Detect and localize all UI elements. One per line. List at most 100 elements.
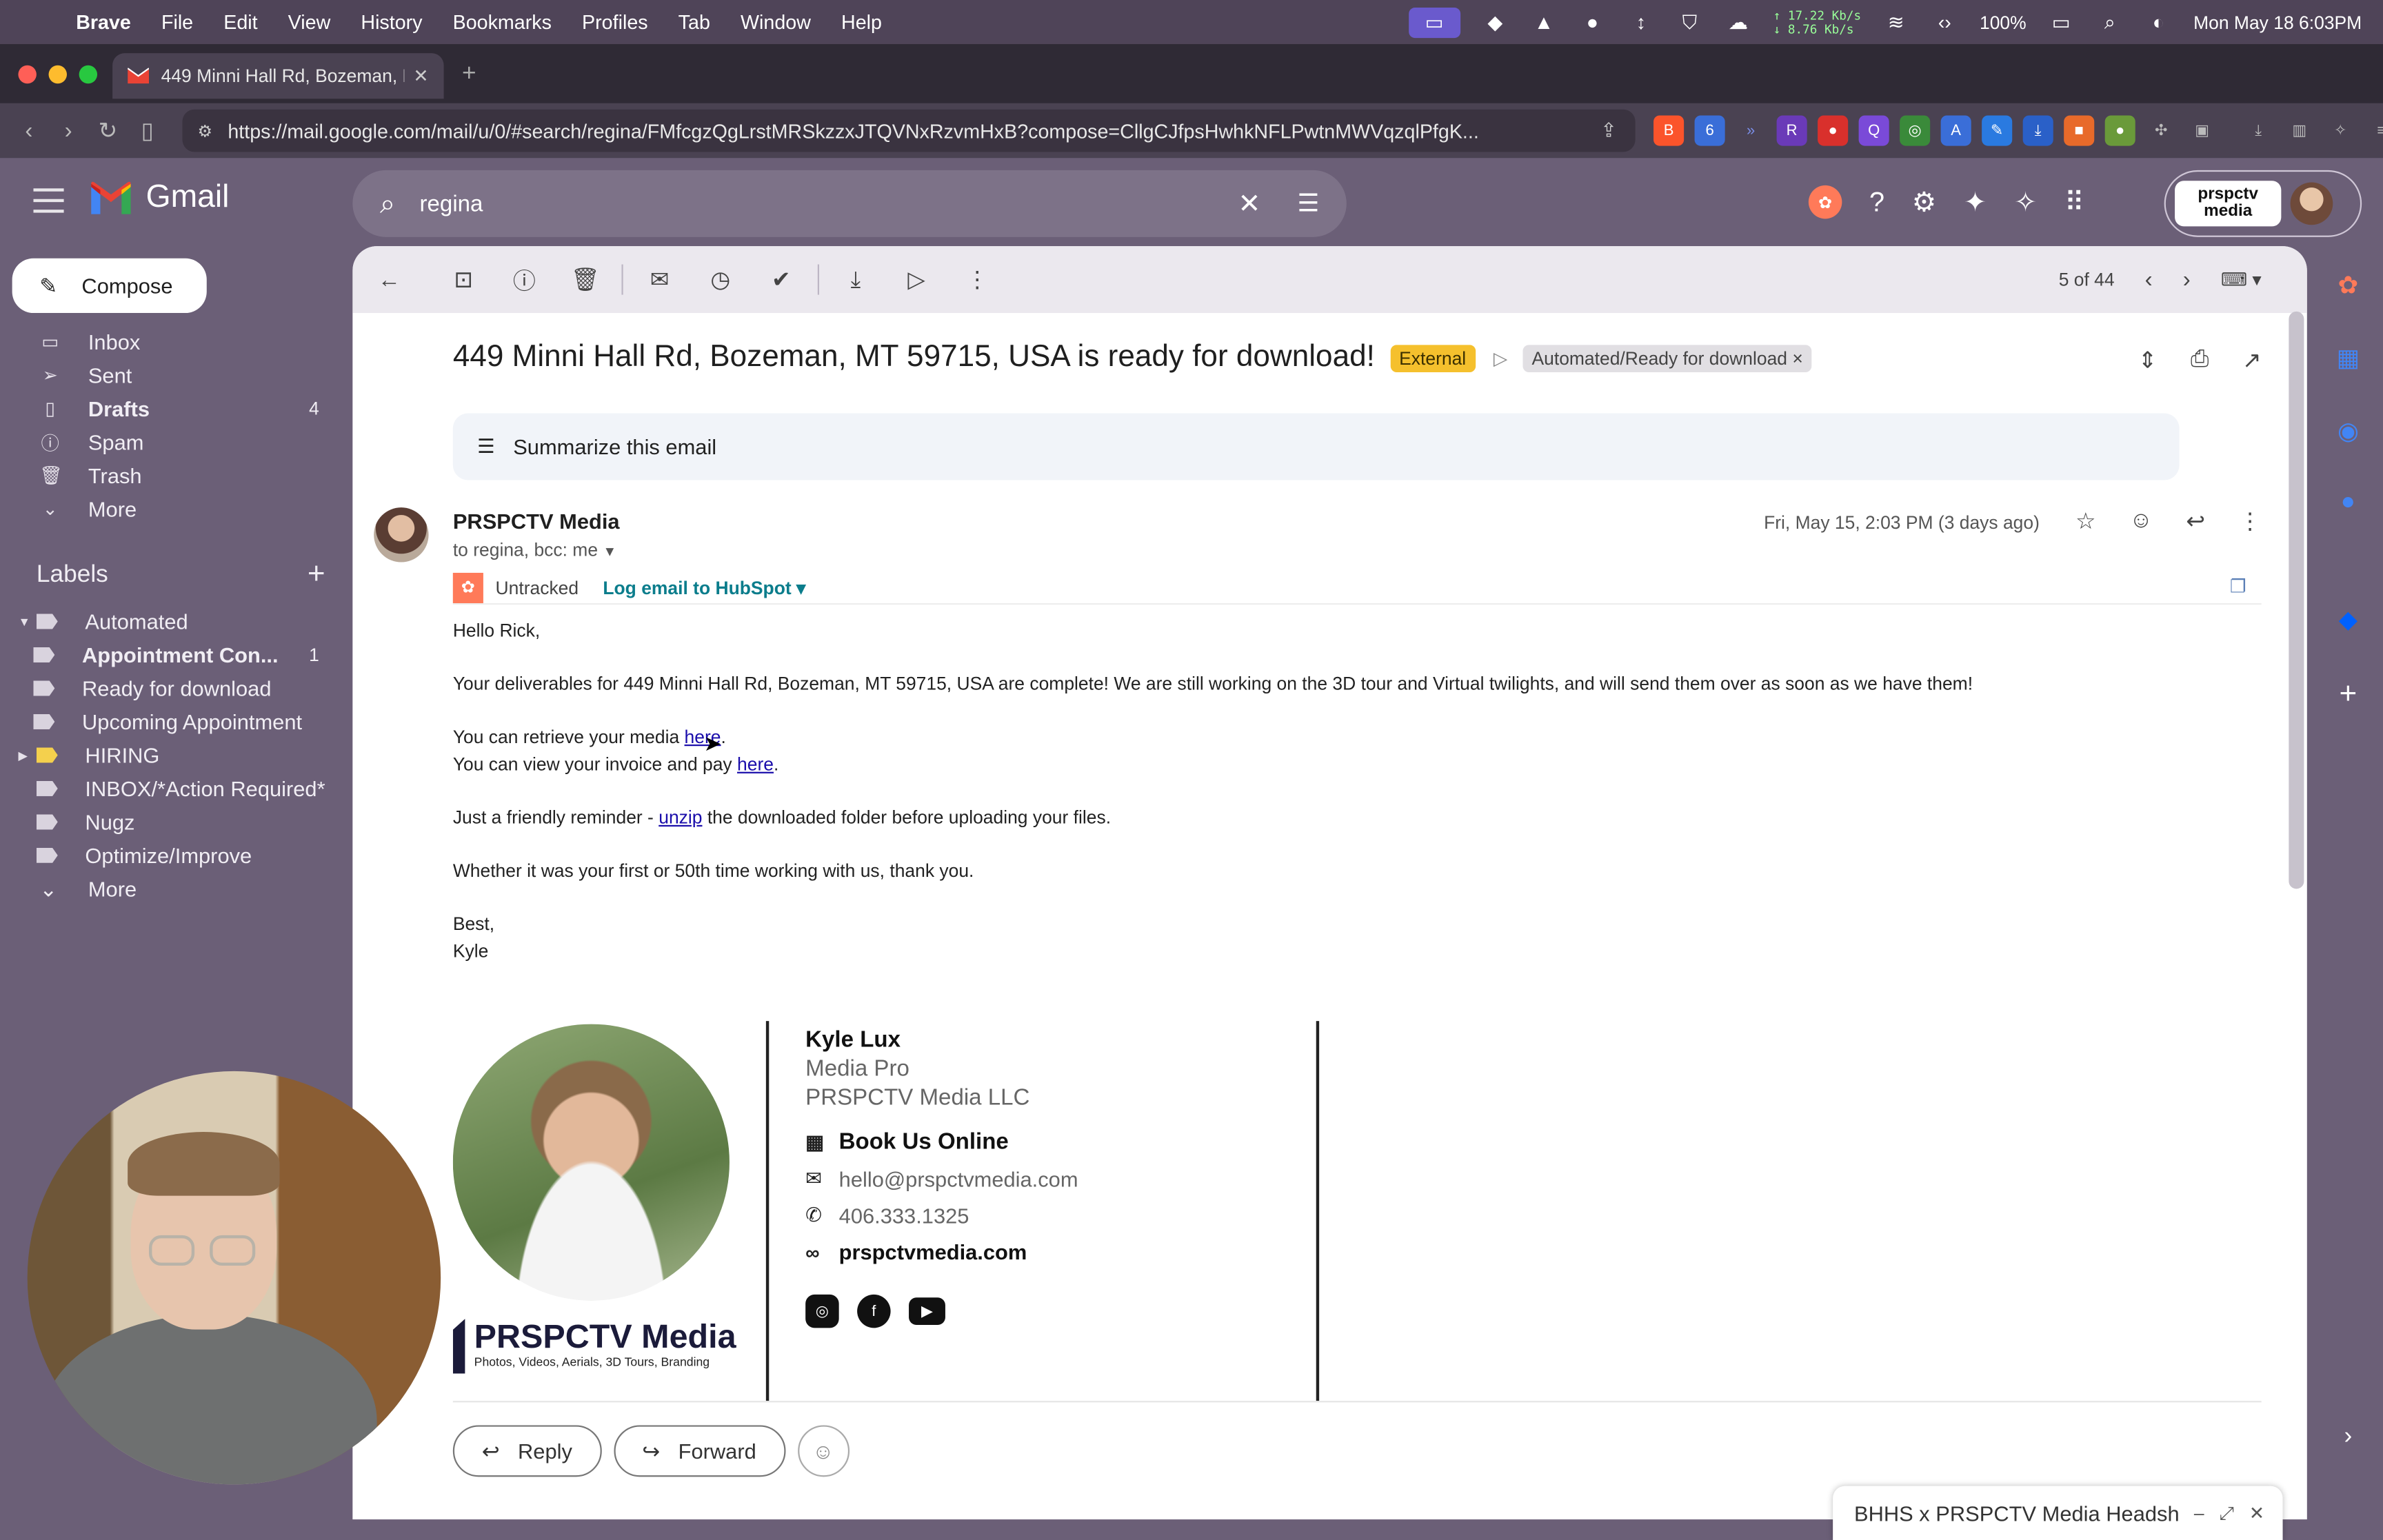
label-icon[interactable]: ▷: [886, 266, 947, 293]
sidebar-toggle-icon[interactable]: ▥: [2284, 116, 2315, 146]
sidebar-item-spam[interactable]: ⓘ Spam: [0, 425, 352, 458]
extensions-puzzle-icon[interactable]: ✣: [2146, 116, 2176, 146]
brave-shield-icon[interactable]: B: [1653, 115, 1685, 146]
leo-ai-icon[interactable]: ✧: [2325, 116, 2355, 146]
dropbox-icon[interactable]: ◆: [1482, 10, 1509, 32]
extension-red-icon[interactable]: ●: [1818, 115, 1849, 146]
sender-avatar[interactable]: [374, 507, 429, 563]
report-spam-icon[interactable]: ⓘ: [494, 263, 554, 295]
extension-r-icon[interactable]: R: [1776, 115, 1807, 146]
support-icon[interactable]: ?: [1869, 186, 1884, 218]
menu-history[interactable]: History: [361, 10, 422, 33]
print-icon[interactable]: ⎙: [2191, 347, 2209, 374]
recipient-details-chevron-icon[interactable]: ▼: [603, 544, 616, 559]
menu-edit[interactable]: Edit: [223, 10, 257, 33]
label-item-hiring[interactable]: ▶ HIRING: [0, 738, 352, 771]
expand-triangle-icon[interactable]: ▶: [18, 749, 36, 762]
recipients-line[interactable]: to regina, bcc: me ▼: [453, 539, 616, 560]
address-bar[interactable]: ⚙ https://mail.google.com/mail/u/0/#sear…: [182, 109, 1636, 152]
search-input[interactable]: regina: [420, 191, 1238, 216]
battery-icon[interactable]: ▭: [2048, 10, 2075, 32]
hubspot-icon[interactable]: ✿: [1808, 185, 1842, 219]
label-item-action-required[interactable]: INBOX/*Action Required*: [0, 772, 352, 805]
remove-label-icon[interactable]: ×: [1792, 347, 1802, 369]
menu-profiles[interactable]: Profiles: [582, 10, 648, 33]
instagram-icon[interactable]: ◎: [805, 1294, 839, 1328]
settings-gear-icon[interactable]: ⚙: [1912, 186, 1937, 218]
book-online-link[interactable]: ▦ Book Us Online: [805, 1129, 1078, 1155]
signature-phone-row[interactable]: ✆ 406.333.1325: [805, 1204, 1078, 1228]
menu-file[interactable]: File: [161, 10, 193, 33]
newer-chevron-icon[interactable]: ‹: [2145, 267, 2153, 292]
contacts-app-icon[interactable]: ●: [2341, 489, 2355, 517]
log-to-hubspot-button[interactable]: Log email to HubSpot ▾: [603, 576, 805, 598]
invoice-link[interactable]: here: [737, 753, 774, 775]
signature-website-row[interactable]: ∞ prspctvmedia.com: [805, 1240, 1078, 1264]
label-item-optimize[interactable]: Optimize/Improve: [0, 839, 352, 872]
google-apps-icon[interactable]: ⠿: [2064, 186, 2084, 218]
close-tab-icon[interactable]: ✕: [413, 65, 428, 87]
window-minimize-button[interactable]: [48, 65, 67, 84]
expand-panel-chevron-icon[interactable]: ›: [2344, 1424, 2352, 1451]
sidebar-item-inbox[interactable]: ▭ Inbox: [0, 325, 352, 358]
open-new-window-icon[interactable]: ↗: [2242, 347, 2262, 374]
extension-shield-icon[interactable]: 6: [1694, 115, 1725, 146]
screen-share-icon[interactable]: ▭: [1408, 6, 1460, 38]
microphone-icon[interactable]: ●: [1579, 10, 1607, 33]
magic-wand-icon[interactable]: ✦: [1964, 186, 1987, 218]
wallet-icon[interactable]: ▣: [2187, 116, 2218, 146]
code-arrows-icon[interactable]: ‹›: [1931, 10, 1958, 33]
signature-email-row[interactable]: ✉ hello@prspctvmedia.com: [805, 1167, 1078, 1191]
tasks-app-icon[interactable]: ◉: [2337, 416, 2359, 447]
search-icon[interactable]: ⌕: [380, 188, 395, 219]
importance-marker-icon[interactable]: ▷: [1494, 347, 1507, 369]
expand-triangle-icon[interactable]: ▼: [18, 615, 36, 629]
gmail-logo[interactable]: Gmail: [88, 179, 229, 216]
back-to-list-icon[interactable]: ←: [359, 267, 419, 292]
mark-unread-icon[interactable]: ✉: [629, 266, 690, 293]
reply-icon[interactable]: ↩: [2186, 507, 2205, 534]
label-item-nugz[interactable]: Nugz: [0, 805, 352, 838]
account-switcher[interactable]: prspctv media: [2164, 170, 2362, 237]
browser-tab-active[interactable]: 449 Minni Hall Rd, Bozeman, M ✕: [112, 53, 444, 99]
extension-pin-icon[interactable]: ✎: [1982, 115, 2013, 146]
input-tools-keyboard-icon[interactable]: ⌨ ▾: [2221, 269, 2262, 290]
expand-fullscreen-icon[interactable]: ⤢: [2220, 1502, 2234, 1525]
close-icon[interactable]: ✕: [2249, 1503, 2264, 1524]
facebook-icon[interactable]: f: [857, 1294, 891, 1328]
add-label-icon[interactable]: +: [308, 559, 325, 590]
draft-title[interactable]: BHHS x PRSPCTV Media Headsho...: [1854, 1501, 2179, 1526]
menu-tab[interactable]: Tab: [678, 10, 710, 33]
minimize-icon[interactable]: –: [2194, 1503, 2204, 1524]
window-close-button[interactable]: [18, 65, 37, 84]
drive-icon[interactable]: ▲: [1530, 10, 1558, 33]
reload-icon[interactable]: ↻: [88, 117, 128, 144]
collapse-all-icon[interactable]: ⇕: [2138, 347, 2158, 374]
spotlight-search-icon[interactable]: ⌕: [2096, 10, 2124, 32]
delete-icon[interactable]: 🗑: [554, 266, 615, 293]
more-vertical-icon[interactable]: ⋮: [947, 266, 1007, 293]
star-icon[interactable]: ☆: [2075, 507, 2096, 534]
menu-bookmarks[interactable]: Bookmarks: [453, 10, 552, 33]
compose-button[interactable]: ✎ Compose: [12, 258, 207, 314]
extension-arrows-icon[interactable]: »: [1736, 116, 1766, 146]
downloads-icon[interactable]: ⤓: [2243, 116, 2273, 146]
label-item-ready-for-download[interactable]: Ready for download: [0, 671, 352, 705]
youtube-icon[interactable]: ▶: [909, 1297, 945, 1325]
menu-help[interactable]: Help: [841, 10, 882, 33]
forward-button[interactable]: ↪ Forward: [613, 1425, 785, 1477]
summarize-email-button[interactable]: ☰ Summarize this email: [452, 413, 2180, 480]
sidebar-item-more[interactable]: ⌄ More: [0, 492, 352, 525]
extension-download-icon[interactable]: ⤓: [2022, 115, 2053, 146]
bookmark-icon[interactable]: ▯: [128, 117, 167, 144]
new-tab-icon[interactable]: +: [462, 61, 476, 88]
mail-search-bar[interactable]: ⌕ regina ✕ ☰: [352, 170, 1347, 237]
message-scrollbar[interactable]: [2289, 311, 2304, 889]
label-item-automated[interactable]: ▼ Automated: [0, 605, 352, 638]
move-to-icon[interactable]: ⤓: [825, 267, 886, 292]
menu-view[interactable]: View: [288, 10, 331, 33]
calendar-app-icon[interactable]: ▦: [2337, 343, 2360, 374]
label-item-more[interactable]: ⌄ More: [0, 872, 352, 905]
extension-orange-icon[interactable]: ■: [2064, 115, 2095, 146]
get-addons-plus-icon[interactable]: +: [2339, 678, 2357, 713]
